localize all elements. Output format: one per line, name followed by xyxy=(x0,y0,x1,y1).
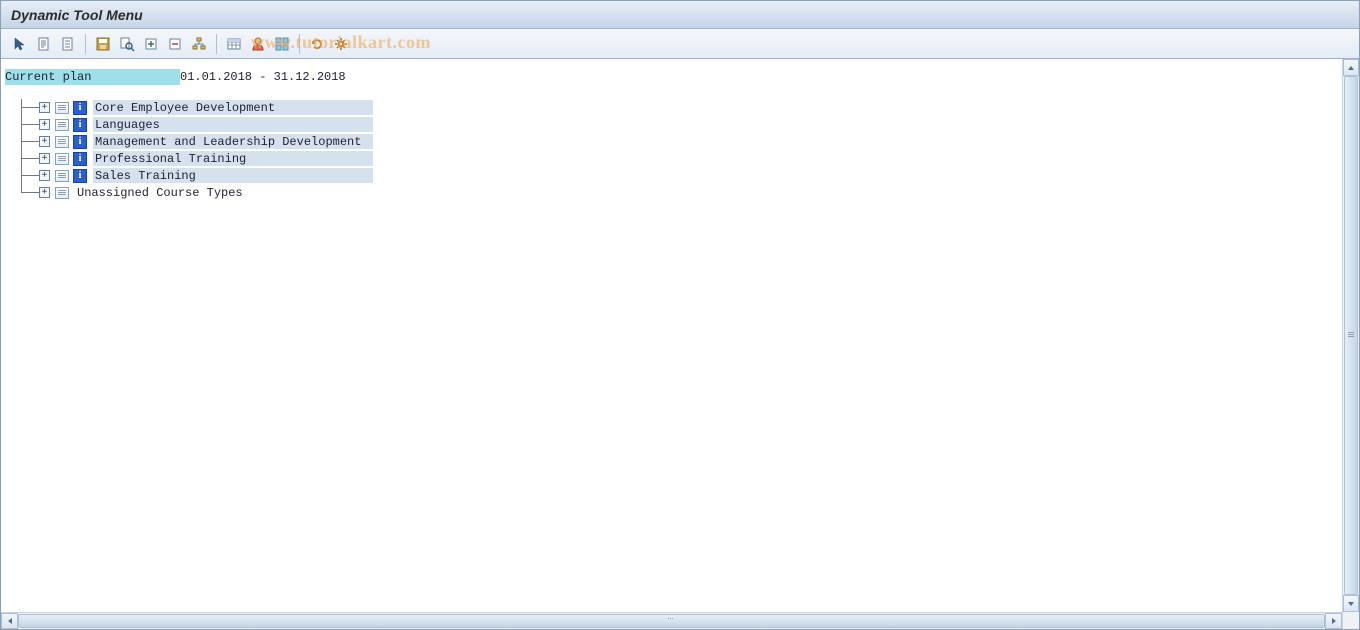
info-icon: i xyxy=(73,101,87,115)
titlebar: Dynamic Tool Menu xyxy=(1,1,1359,29)
expander-icon[interactable]: + xyxy=(39,187,50,198)
settings-button[interactable] xyxy=(330,33,352,55)
scroll-left-button[interactable] xyxy=(1,613,18,629)
scroll-track[interactable] xyxy=(18,613,1325,629)
tree-row[interactable]: + i Professional Training xyxy=(5,150,1338,167)
hierarchy-icon xyxy=(191,36,207,52)
table-icon xyxy=(226,36,242,52)
tree-row[interactable]: + Unassigned Course Types xyxy=(5,184,1338,201)
refresh-button[interactable] xyxy=(306,33,328,55)
expander-icon[interactable]: + xyxy=(39,170,50,181)
expander-icon[interactable]: + xyxy=(39,102,50,113)
diskette-icon xyxy=(95,36,111,52)
scroll-right-button[interactable] xyxy=(1325,613,1342,629)
info-icon: i xyxy=(73,135,87,149)
info-icon: i xyxy=(73,169,87,183)
doc-node-icon xyxy=(55,136,69,148)
doc-node-icon xyxy=(55,153,69,165)
toolbar-separator xyxy=(85,34,86,54)
tree-node-label: Professional Training xyxy=(93,151,373,166)
search-doc-button[interactable] xyxy=(116,33,138,55)
document-icon xyxy=(36,36,52,52)
scroll-down-button[interactable] xyxy=(1343,595,1359,612)
info-icon: i xyxy=(73,152,87,166)
save-button[interactable] xyxy=(92,33,114,55)
expander-icon[interactable]: + xyxy=(39,153,50,164)
doc-node-icon xyxy=(55,119,69,131)
collapse-icon xyxy=(167,36,183,52)
expand-icon xyxy=(143,36,159,52)
doc-node-icon xyxy=(55,187,69,199)
tree-node-label: Management and Leadership Development xyxy=(93,134,373,149)
toolbar-separator xyxy=(299,34,300,54)
app-window: Dynamic Tool Menu xyxy=(0,0,1360,630)
tree: + i Core Employee Development + i Langua… xyxy=(5,99,1338,201)
plan-date-range: 01.01.2018 - 31.12.2018 xyxy=(180,69,346,85)
tree-node-label: Languages xyxy=(93,117,373,132)
plan-label: Current plan xyxy=(5,69,180,85)
info-icon: i xyxy=(73,118,87,132)
tree-node-label: Unassigned Course Types xyxy=(75,185,355,200)
grid-icon xyxy=(274,36,290,52)
expand-all-button[interactable] xyxy=(140,33,162,55)
horizontal-scrollbar[interactable] xyxy=(1,612,1342,629)
grid-button[interactable] xyxy=(271,33,293,55)
window-title: Dynamic Tool Menu xyxy=(11,7,143,23)
refresh-icon xyxy=(309,36,325,52)
person-icon xyxy=(250,36,266,52)
doc-node-icon xyxy=(55,170,69,182)
tree-row[interactable]: + i Languages xyxy=(5,116,1338,133)
plan-header: Current plan 01.01.2018 - 31.12.2018 xyxy=(5,69,1338,85)
doc-node-icon xyxy=(55,102,69,114)
toolbar-separator xyxy=(216,34,217,54)
document-button-1[interactable] xyxy=(33,33,55,55)
scrollbar-corner xyxy=(1342,612,1359,629)
arrow-cursor-icon xyxy=(12,36,28,52)
document-button-2[interactable] xyxy=(57,33,79,55)
gear-icon xyxy=(333,36,349,52)
scroll-up-button[interactable] xyxy=(1343,59,1359,76)
tree-row[interactable]: + i Sales Training xyxy=(5,167,1338,184)
tree-node-label: Sales Training xyxy=(93,168,373,183)
hierarchy-button[interactable] xyxy=(188,33,210,55)
document-lines-icon xyxy=(60,36,76,52)
scroll-track[interactable] xyxy=(1343,76,1359,595)
tree-row[interactable]: + i Core Employee Development xyxy=(5,99,1338,116)
tree-node-label: Core Employee Development xyxy=(93,100,373,115)
select-arrow-button[interactable] xyxy=(9,33,31,55)
expander-icon[interactable]: + xyxy=(39,119,50,130)
table-view-button[interactable] xyxy=(223,33,245,55)
content-outer: Current plan 01.01.2018 - 31.12.2018 + i… xyxy=(1,59,1359,629)
content-area: Current plan 01.01.2018 - 31.12.2018 + i… xyxy=(1,59,1342,612)
vertical-scrollbar[interactable] xyxy=(1342,59,1359,612)
scroll-thumb[interactable] xyxy=(18,614,1325,628)
collapse-all-button[interactable] xyxy=(164,33,186,55)
find-icon xyxy=(119,36,135,52)
scroll-thumb[interactable] xyxy=(1344,76,1358,595)
user-button[interactable] xyxy=(247,33,269,55)
tree-row[interactable]: + i Management and Leadership Developmen… xyxy=(5,133,1338,150)
expander-icon[interactable]: + xyxy=(39,136,50,147)
toolbar: www.tutorialkart.com xyxy=(1,29,1359,59)
